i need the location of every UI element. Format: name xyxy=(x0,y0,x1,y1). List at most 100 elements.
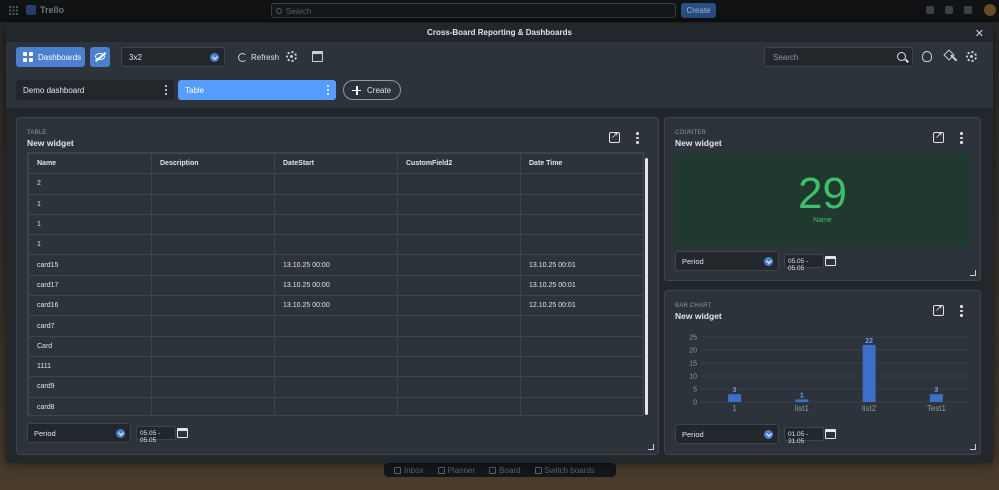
period-select[interactable]: Period xyxy=(675,251,779,271)
column-header[interactable]: DateStart xyxy=(274,153,398,175)
period-select[interactable]: Period xyxy=(675,424,779,444)
widget-search-input[interactable]: Search xyxy=(764,47,913,67)
table-cell: card15 xyxy=(28,254,152,276)
bottom-nav-switch-boards[interactable]: Switch boards xyxy=(534,466,595,475)
column-header[interactable]: Date Time xyxy=(520,153,643,175)
tab-table[interactable]: Table xyxy=(178,80,336,100)
x-tick-label: Test1 xyxy=(927,404,947,413)
table-cell: 13.10.25 00:00 xyxy=(274,274,398,297)
bar xyxy=(728,394,742,402)
more-vertical-icon[interactable] xyxy=(960,305,963,317)
date-range-field[interactable]: 05.05 - 05.05 xyxy=(784,254,824,272)
column-header[interactable]: Name xyxy=(28,153,152,175)
table-cell xyxy=(397,376,521,398)
bottom-nav-inbox[interactable]: Inbox xyxy=(394,466,424,475)
table-scrollbar[interactable] xyxy=(645,158,648,415)
counter-value: 29 xyxy=(798,169,847,218)
table-cell: 1111 xyxy=(28,355,152,378)
table-row[interactable]: 1 xyxy=(28,234,643,256)
refresh-icon xyxy=(238,52,247,62)
table-row[interactable]: 1111 xyxy=(28,355,643,378)
magic-wand-icon[interactable] xyxy=(945,51,957,63)
table-header-row: Name Description DateStart CustomField2 Date… xyxy=(28,153,643,175)
table-row[interactable]: card16 13.10.25 00:00 12.10.25 00:01 xyxy=(28,295,643,317)
global-create-button[interactable]: Create xyxy=(681,3,716,18)
y-tick-label: 5 xyxy=(693,387,697,394)
y-tick-label: 25 xyxy=(689,335,697,342)
more-vertical-icon[interactable] xyxy=(960,132,963,144)
table-row[interactable]: 1 xyxy=(28,193,643,215)
table-cell xyxy=(520,396,643,415)
bottom-nav-planner[interactable]: Planner xyxy=(437,466,475,475)
table-cell xyxy=(520,173,643,195)
modal-title: Cross-Board Reporting & Dashboards xyxy=(427,28,572,37)
layout-select[interactable]: 3x2 xyxy=(121,47,225,67)
plus-icon xyxy=(352,85,361,95)
table-cell: 1 xyxy=(28,234,152,256)
lightbulb-icon[interactable] xyxy=(922,51,932,62)
resize-handle-icon[interactable] xyxy=(970,270,976,276)
table-cell xyxy=(520,335,643,357)
calendar-icon[interactable] xyxy=(825,256,836,266)
date-range-field[interactable]: 01.05 - 31.05 xyxy=(784,427,824,445)
resize-handle-icon[interactable] xyxy=(648,444,654,450)
settings-gear-icon[interactable] xyxy=(966,51,977,62)
table-row[interactable]: Card xyxy=(28,335,643,357)
data-label: 22 xyxy=(865,338,873,345)
table-cell: Card xyxy=(28,335,152,357)
more-vertical-icon[interactable] xyxy=(327,85,329,95)
create-dashboard-button[interactable]: Create xyxy=(343,80,401,100)
calendar-icon[interactable] xyxy=(177,428,188,438)
dashboard-settings-gear-icon[interactable] xyxy=(286,51,297,62)
bell-icon[interactable] xyxy=(945,6,953,14)
tab-demo-dashboard[interactable]: Demo dashboard xyxy=(16,80,174,100)
table-cell xyxy=(520,355,643,378)
apps-grid-icon[interactable] xyxy=(9,6,18,15)
table-cell: 1 xyxy=(28,193,152,215)
widget-title: New widget xyxy=(27,138,74,148)
more-vertical-icon[interactable] xyxy=(165,85,167,95)
table-row[interactable]: card9 xyxy=(28,376,643,398)
table-row[interactable]: 1 xyxy=(28,213,643,236)
table-cell xyxy=(397,355,521,378)
table-cell: 1 xyxy=(28,213,152,236)
calendar-icon[interactable] xyxy=(312,51,323,62)
help-icon[interactable] xyxy=(964,6,972,14)
table-row[interactable]: card8 xyxy=(28,396,643,415)
global-search-input[interactable]: Search xyxy=(271,3,676,18)
widget-type-label: COUNTER xyxy=(675,130,707,136)
table-row[interactable]: card17 13.10.25 00:00 13.10.25 00:01 xyxy=(28,274,643,297)
bottom-nav-board[interactable]: Board xyxy=(489,466,521,475)
calendar-icon[interactable] xyxy=(825,429,836,439)
table-cell xyxy=(520,234,643,256)
avatar[interactable] xyxy=(984,4,996,16)
bar xyxy=(862,344,876,402)
hide-toggle-button[interactable] xyxy=(90,47,110,67)
refresh-button[interactable]: Refresh xyxy=(235,47,283,67)
calendar-icon xyxy=(437,466,445,474)
table-row[interactable]: card15 13.10.25 00:00 13.10.25 00:01 xyxy=(28,254,643,276)
search-icon xyxy=(897,52,906,61)
open-external-icon[interactable] xyxy=(933,130,944,143)
table-cell xyxy=(397,254,521,276)
table-cell xyxy=(397,295,521,317)
column-header[interactable]: CustomField2 xyxy=(397,153,521,175)
more-vertical-icon[interactable] xyxy=(636,132,639,144)
table-cell: 2 xyxy=(28,173,152,195)
open-external-icon[interactable] xyxy=(609,130,620,143)
counter-label: Name xyxy=(813,217,832,224)
column-header[interactable]: Description xyxy=(151,153,275,175)
table-cell xyxy=(151,274,275,297)
dashboards-button[interactable]: Dashboards xyxy=(16,47,85,67)
resize-handle-icon[interactable] xyxy=(970,444,976,450)
close-icon[interactable]: ✕ xyxy=(975,27,984,40)
bar-chart: 0 5 10 15 20 25 3 1 1 list1 22 list2 3 Test1 xyxy=(689,335,970,413)
open-external-icon[interactable] xyxy=(933,303,944,316)
megaphone-icon[interactable] xyxy=(926,6,934,14)
table-row[interactable]: 2 xyxy=(28,173,643,195)
period-select[interactable]: Period xyxy=(27,423,131,443)
bottom-nav: Inbox Planner Board Switch boards xyxy=(384,463,616,477)
table-row[interactable]: card7 xyxy=(28,315,643,337)
date-range-field[interactable]: 05.05 - 05.05 xyxy=(136,426,176,444)
dashboard-modal: Cross-Board Reporting & Dashboards ✕ Das… xyxy=(6,23,993,463)
